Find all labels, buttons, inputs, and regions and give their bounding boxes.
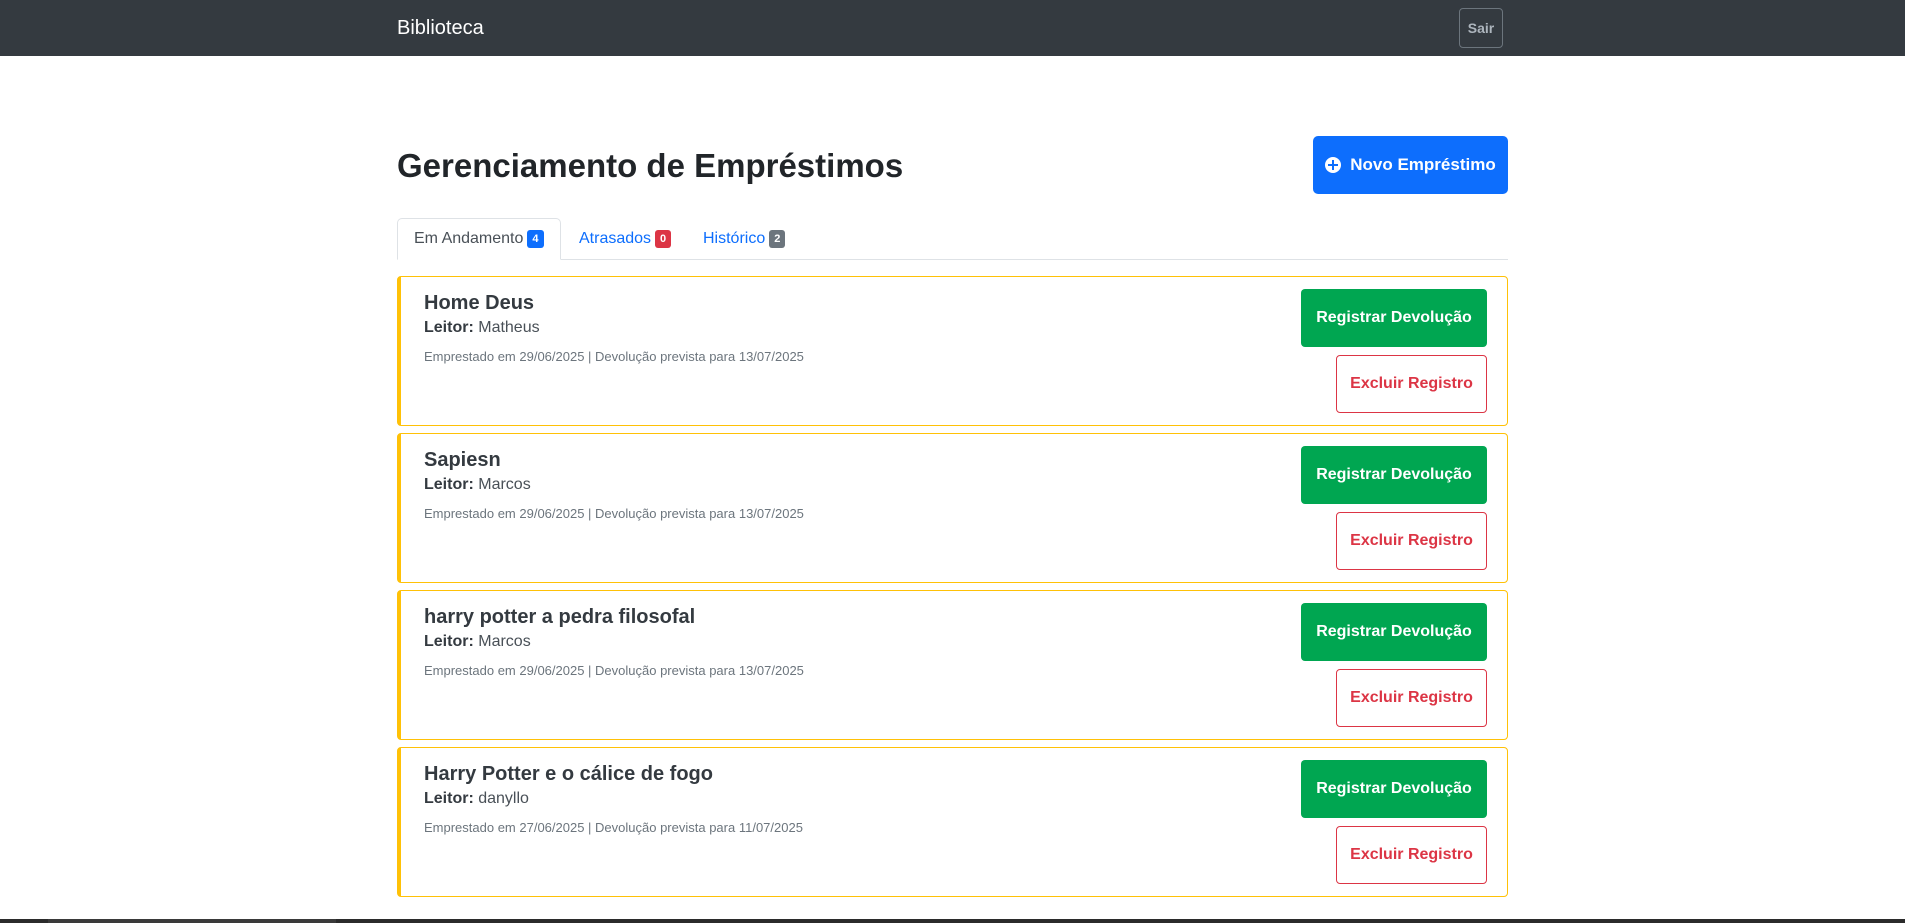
loan-card: Harry Potter e o cálice de fogo Leitor: …: [397, 747, 1508, 897]
reader-label: Leitor:: [424, 790, 474, 807]
loan-dates: Emprestado em 27/06/2025 | Devolução pre…: [424, 820, 803, 835]
loan-dates: Emprestado em 29/06/2025 | Devolução pre…: [424, 506, 804, 521]
register-return-button[interactable]: Registrar Devolução: [1301, 760, 1487, 818]
reader-name: Marcos: [478, 633, 531, 650]
tab-label: Em Andamento: [414, 230, 524, 247]
loan-dates: Emprestado em 29/06/2025 | Devolução pre…: [424, 349, 804, 364]
loan-dates: Emprestado em 29/06/2025 | Devolução pre…: [424, 663, 804, 678]
brand-title[interactable]: Biblioteca: [397, 16, 484, 40]
reader-label: Leitor:: [424, 319, 474, 336]
register-return-button[interactable]: Registrar Devolução: [1301, 446, 1487, 504]
count-badge: 4: [527, 230, 544, 248]
reader-label: Leitor:: [424, 476, 474, 493]
reader-label: Leitor:: [424, 633, 474, 650]
reader-line: Leitor: danyllo: [424, 790, 529, 808]
new-loan-label: Novo Empréstimo: [1350, 155, 1496, 174]
delete-record-button[interactable]: Excluir Registro: [1336, 826, 1487, 884]
register-return-button[interactable]: Registrar Devolução: [1301, 603, 1487, 661]
loan-tabs: Em Andamento 4 Atrasados 0 Histórico 2: [397, 218, 1508, 260]
count-badge: 0: [655, 230, 672, 248]
logout-button[interactable]: Sair: [1459, 8, 1503, 48]
plus-circle-icon: [1325, 157, 1342, 173]
new-loan-button[interactable]: Novo Empréstimo: [1313, 136, 1508, 194]
book-title: Home Deus: [424, 292, 535, 314]
tab-historico[interactable]: Histórico 2: [687, 218, 801, 260]
reader-line: Leitor: Matheus: [424, 319, 540, 337]
navbar: Biblioteca Sair: [0, 0, 1905, 56]
book-title: Harry Potter e o cálice de fogo: [424, 763, 713, 785]
reader-line: Leitor: Marcos: [424, 633, 531, 651]
reader-name: Matheus: [478, 319, 540, 336]
reader-name: danyllo: [478, 790, 529, 807]
taskbar-item[interactable]: [48, 919, 336, 923]
page-title: Gerenciamento de Empréstimos: [397, 147, 904, 184]
tab-em-andamento[interactable]: Em Andamento 4: [397, 218, 561, 260]
delete-record-button[interactable]: Excluir Registro: [1336, 512, 1487, 570]
delete-record-button[interactable]: Excluir Registro: [1336, 355, 1487, 413]
loan-card: Sapiesn Leitor: Marcos Emprestado em 29/…: [397, 433, 1508, 583]
tab-label: Atrasados: [579, 230, 652, 247]
tab-atrasados[interactable]: Atrasados 0: [563, 218, 687, 260]
loan-card: harry potter a pedra filosofal Leitor: M…: [397, 590, 1508, 740]
register-return-button[interactable]: Registrar Devolução: [1301, 289, 1487, 347]
tab-label: Histórico: [703, 230, 766, 247]
reader-name: Marcos: [478, 476, 531, 493]
reader-line: Leitor: Marcos: [424, 476, 531, 494]
book-title: harry potter a pedra filosofal: [424, 606, 696, 628]
count-badge: 2: [769, 230, 786, 248]
delete-record-button[interactable]: Excluir Registro: [1336, 669, 1487, 727]
book-title: Sapiesn: [424, 449, 501, 471]
loan-card: Home Deus Leitor: Matheus Emprestado em …: [397, 276, 1508, 426]
